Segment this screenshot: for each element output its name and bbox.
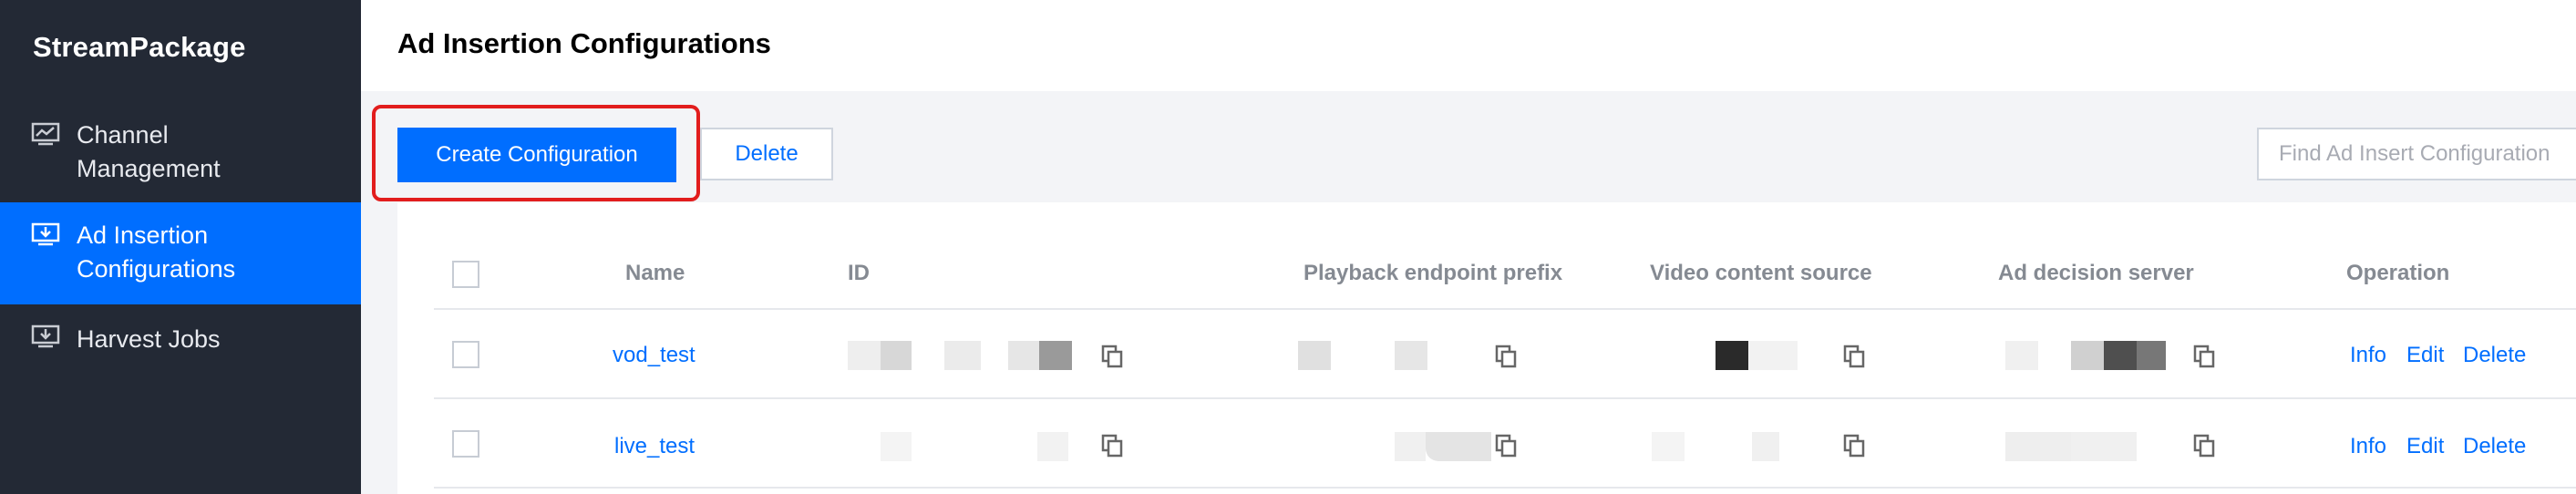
redacted-value xyxy=(1298,341,1331,370)
divider xyxy=(434,397,2576,399)
sidebar-item-label: Ad Insertion xyxy=(77,221,209,249)
delete-link[interactable]: Delete xyxy=(2463,343,2526,368)
column-header-name: Name xyxy=(625,261,685,285)
copy-icon[interactable] xyxy=(2193,434,2215,458)
sidebar-item-channel-management[interactable]: Channel Management xyxy=(0,113,361,201)
row-checkbox[interactable] xyxy=(452,430,479,458)
sidebar-item-harvest-jobs[interactable]: Harvest Jobs xyxy=(0,319,361,361)
sidebar-item-ad-insertion[interactable]: Ad Insertion Configurations xyxy=(0,202,361,304)
redacted-value xyxy=(2071,341,2104,370)
redacted-value xyxy=(1752,432,1779,461)
config-name-link[interactable]: live_test xyxy=(614,434,695,459)
column-header-id: ID xyxy=(848,261,870,285)
sidebar-item-label: Configurations xyxy=(77,255,236,283)
sidebar-item-label: Channel xyxy=(77,121,169,149)
sidebar-item-label: Harvest Jobs xyxy=(77,325,221,353)
config-name-link[interactable]: vod_test xyxy=(613,343,696,368)
info-link[interactable]: Info xyxy=(2350,434,2386,459)
column-header-video-source: Video content source xyxy=(1650,261,1872,285)
redacted-value xyxy=(848,341,884,370)
row-checkbox[interactable] xyxy=(452,341,479,368)
column-header-playback-endpoint: Playback endpoint prefix xyxy=(1303,261,1563,285)
column-header-ad-server: Ad decision server xyxy=(1998,261,2194,285)
redacted-value xyxy=(881,432,912,461)
create-configuration-button[interactable]: Create Configuration xyxy=(397,128,676,182)
sidebar-item-label: Management xyxy=(77,155,221,182)
redacted-value xyxy=(1395,341,1427,370)
redacted-value xyxy=(2071,432,2137,461)
edit-link[interactable]: Edit xyxy=(2406,343,2444,368)
redacted-value xyxy=(2005,341,2038,370)
redacted-value xyxy=(944,341,981,370)
edit-link[interactable]: Edit xyxy=(2406,434,2444,459)
copy-icon[interactable] xyxy=(1101,345,1123,368)
select-all-checkbox[interactable] xyxy=(452,261,479,288)
brand-title: StreamPackage xyxy=(33,31,246,63)
redacted-value xyxy=(2137,341,2166,370)
copy-icon[interactable] xyxy=(1495,345,1517,368)
redacted-value xyxy=(2104,341,2137,370)
delete-button[interactable]: Delete xyxy=(700,128,833,180)
redacted-value xyxy=(2005,432,2071,461)
redacted-value xyxy=(1426,432,1491,461)
redacted-value xyxy=(1008,341,1039,370)
divider xyxy=(434,487,2576,489)
copy-icon[interactable] xyxy=(1843,434,1865,458)
sidebar: StreamPackage Channel Management Ad Inse… xyxy=(0,0,361,494)
redacted-value xyxy=(1748,341,1798,370)
download-monitor-icon xyxy=(31,222,60,246)
copy-icon[interactable] xyxy=(2193,345,2215,368)
download-box-icon xyxy=(31,324,60,348)
search-input[interactable]: Find Ad Insert Configuration xyxy=(2257,128,2576,180)
redacted-value xyxy=(1652,432,1685,461)
redacted-value xyxy=(881,341,912,370)
page-header: Ad Insertion Configurations xyxy=(361,0,2576,91)
page-title: Ad Insertion Configurations xyxy=(397,27,771,59)
redacted-value xyxy=(1037,432,1068,461)
chart-monitor-icon xyxy=(31,122,60,146)
copy-icon[interactable] xyxy=(1495,434,1517,458)
delete-link[interactable]: Delete xyxy=(2463,434,2526,459)
redacted-value xyxy=(1716,341,1748,370)
redacted-value xyxy=(1395,432,1426,461)
divider xyxy=(434,308,2576,310)
column-header-operation: Operation xyxy=(2346,261,2450,285)
copy-icon[interactable] xyxy=(1843,345,1865,368)
info-link[interactable]: Info xyxy=(2350,343,2386,368)
redacted-value xyxy=(1039,341,1072,370)
copy-icon[interactable] xyxy=(1101,434,1123,458)
